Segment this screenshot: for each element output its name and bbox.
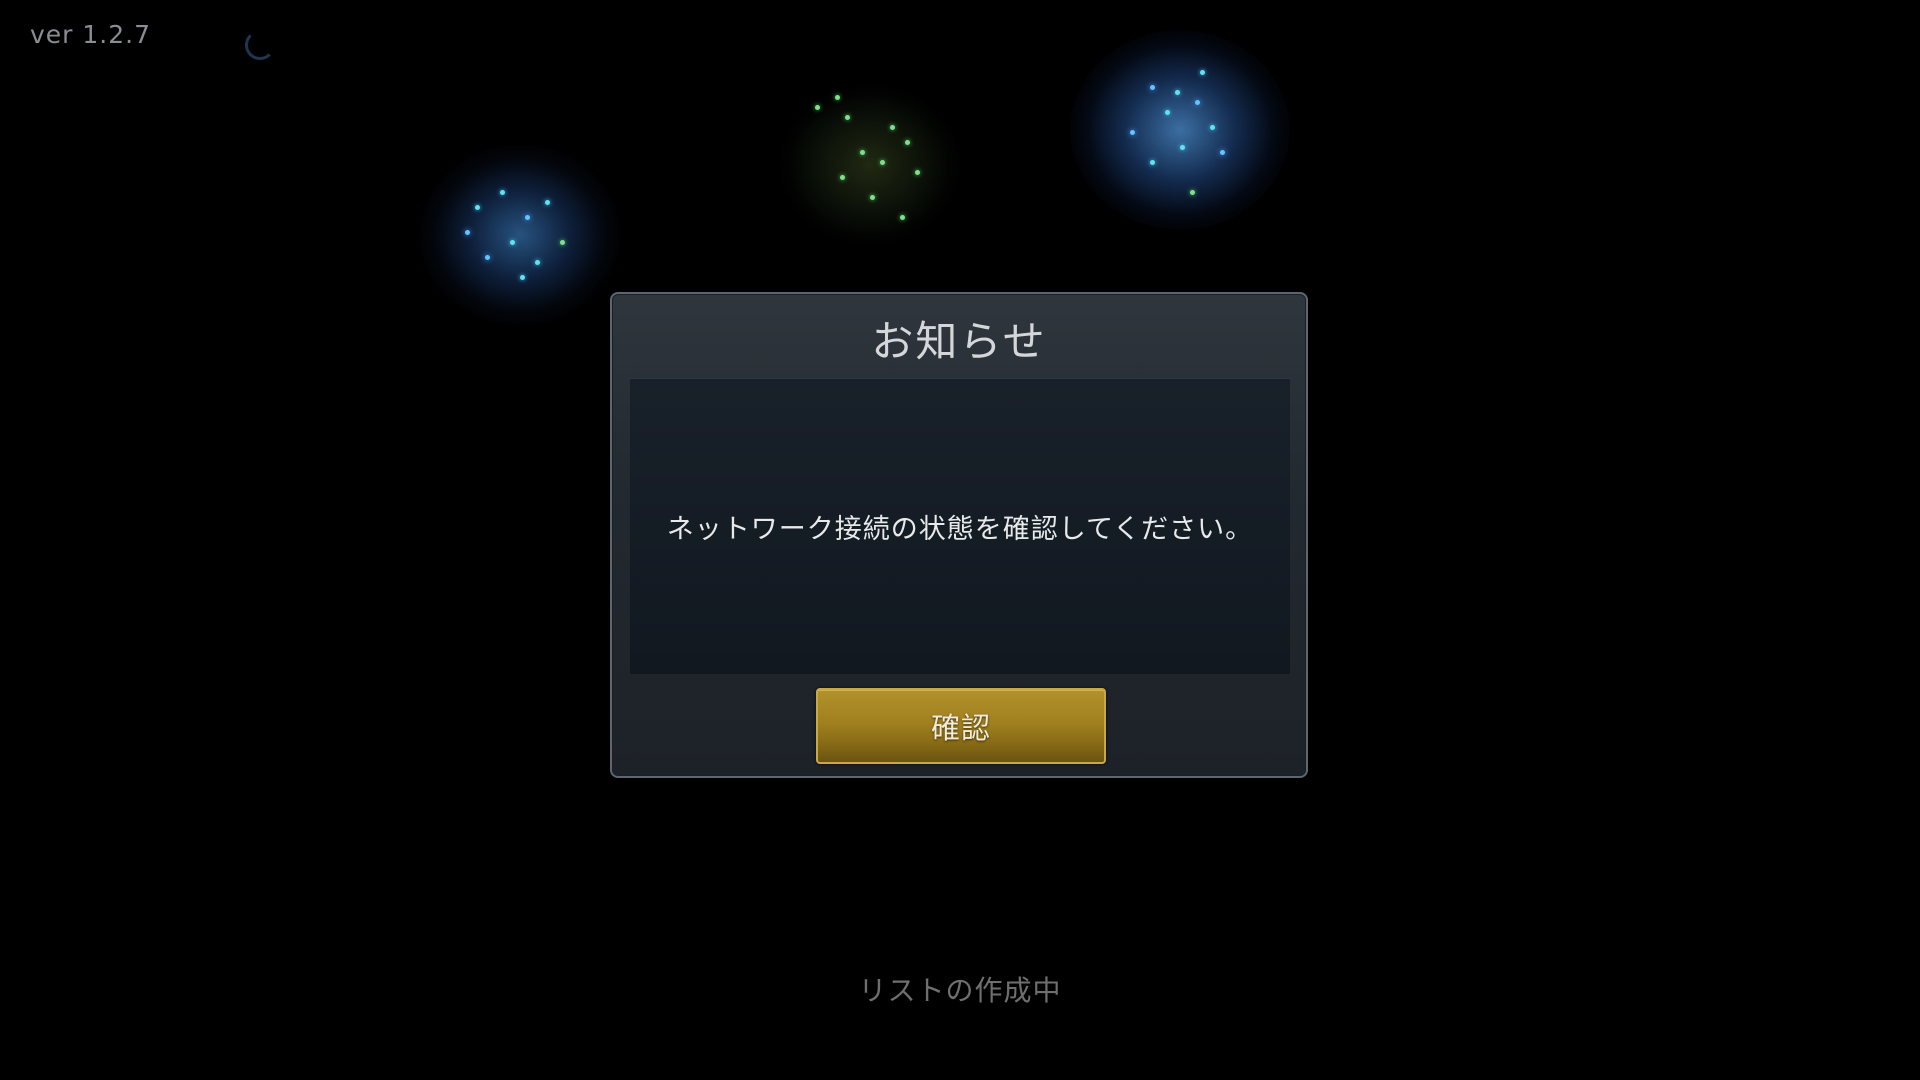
firework-spark [915, 170, 920, 175]
firework-spark [1180, 145, 1185, 150]
firework-spark [485, 255, 490, 260]
notice-dialog: お知らせ ネットワーク接続の状態を確認してください。 確認 [610, 292, 1308, 778]
firework-spark [560, 240, 565, 245]
firework-spark [535, 260, 540, 265]
firework-spark [525, 215, 530, 220]
game-scene: ver 1.2.7 お知らせ ネットワーク接続の状態を確認してください。 確認 … [0, 0, 1920, 1080]
firework-spark [520, 275, 525, 280]
confirm-button[interactable]: 確認 [816, 688, 1106, 764]
firework-spark [880, 160, 885, 165]
dialog-body: ネットワーク接続の状態を確認してください。 [630, 378, 1290, 674]
dialog-message: ネットワーク接続の状態を確認してください。 [666, 513, 1254, 545]
firework-spark [1175, 90, 1180, 95]
firework-left [420, 145, 620, 325]
loading-spinner-icon [245, 30, 275, 60]
firework-middle [780, 85, 960, 245]
firework-spark [840, 175, 845, 180]
firework-spark [500, 190, 505, 195]
firework-spark [1150, 85, 1155, 90]
firework-spark [1130, 130, 1135, 135]
firework-spark [835, 95, 840, 100]
firework-spark [1210, 125, 1215, 130]
dialog-title: お知らせ [871, 317, 1047, 366]
confirm-button-label: 確認 [930, 711, 991, 745]
firework-spark [1195, 100, 1200, 105]
version-label: ver 1.2.7 [30, 20, 152, 49]
firework-spark [1200, 70, 1205, 75]
firework-spark [900, 215, 905, 220]
firework-spark [905, 140, 910, 145]
firework-spark [465, 230, 470, 235]
firework-spark [1150, 160, 1155, 165]
firework-spark [510, 240, 515, 245]
firework-right [1070, 30, 1290, 230]
firework-spark [870, 195, 875, 200]
firework-spark [545, 200, 550, 205]
firework-spark [475, 205, 480, 210]
firework-spark [815, 105, 820, 110]
firework-spark [860, 150, 865, 155]
firework-spark [890, 125, 895, 130]
firework-spark [1190, 190, 1195, 195]
loading-status-text: リストの作成中 [858, 974, 1062, 1007]
firework-spark [845, 115, 850, 120]
firework-spark [1165, 110, 1170, 115]
firework-spark [1220, 150, 1225, 155]
